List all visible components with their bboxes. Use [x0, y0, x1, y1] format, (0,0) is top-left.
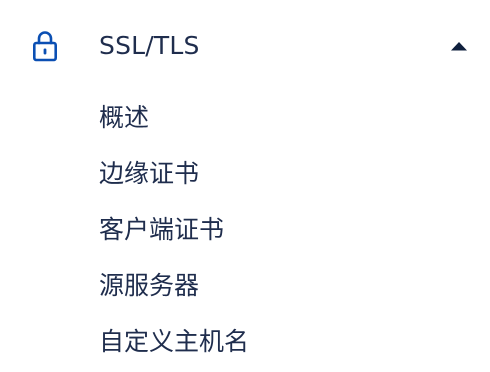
sidebar-item-client-certificates[interactable]: 客户端证书: [99, 210, 224, 250]
sidebar-item-custom-hostnames[interactable]: 自定义主机名: [99, 322, 249, 362]
sidebar-item-overview[interactable]: 概述: [99, 98, 149, 138]
sidebar-section-ssl-tls: SSL/TLS 概述 边缘证书 客户端证书 源服务器 自定义主机名: [0, 0, 490, 372]
caret-up-icon[interactable]: [450, 40, 468, 52]
sidebar-section-header[interactable]: SSL/TLS: [0, 18, 490, 76]
sidebar-item-origin-server[interactable]: 源服务器: [99, 266, 199, 306]
sidebar-section-label: SSL/TLS: [99, 31, 200, 60]
lock-icon: [32, 31, 57, 62]
sidebar-item-edge-certificates[interactable]: 边缘证书: [99, 154, 199, 194]
